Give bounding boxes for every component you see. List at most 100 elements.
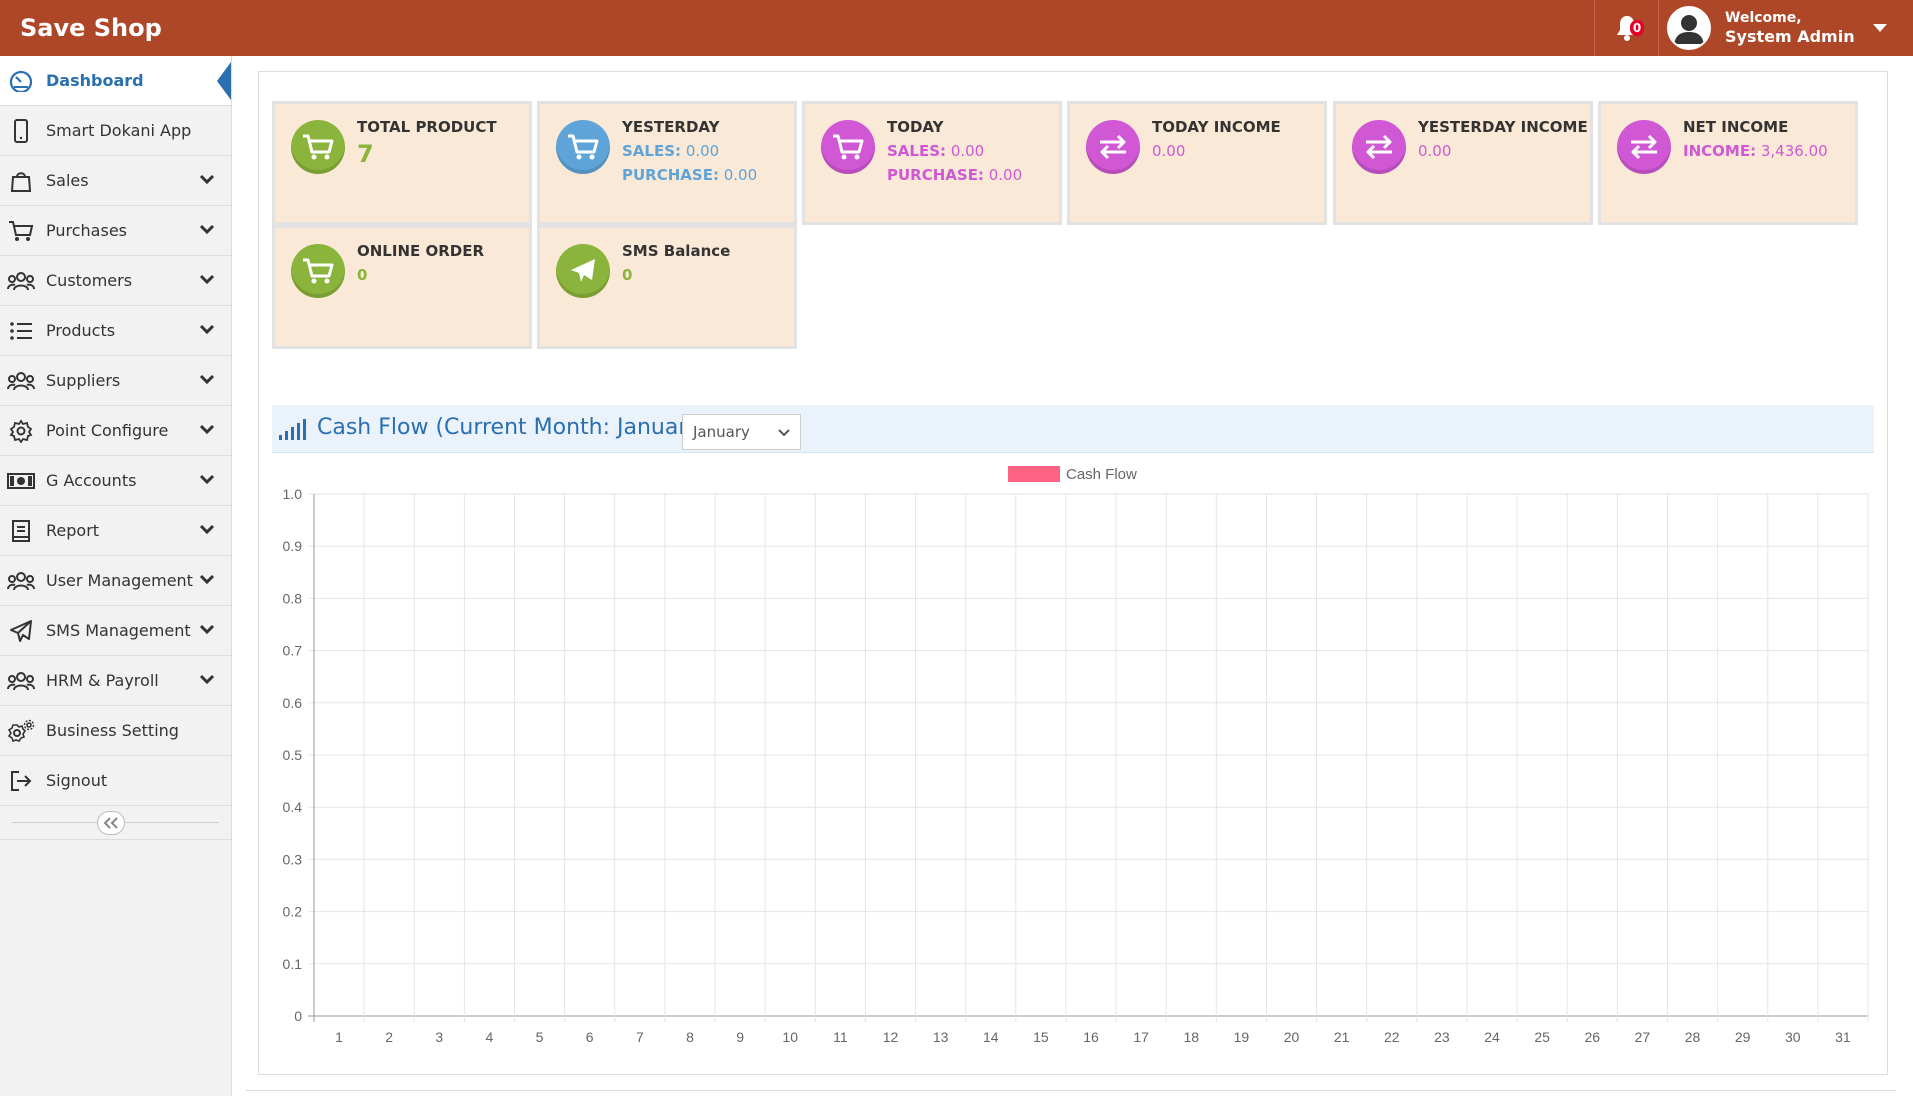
card-title: YESTERDAY [622, 118, 720, 136]
chevron-down-icon [199, 224, 215, 235]
chevron-down-icon [199, 674, 215, 685]
sidebar-item-purchases[interactable]: Purchases [0, 206, 231, 256]
card-today-income[interactable]: TODAY INCOME 0.00 [1067, 101, 1327, 225]
sidebar-item-report[interactable]: Report [0, 506, 231, 556]
sidebar-item-dashboard[interactable]: Dashboard [0, 56, 231, 106]
card-value: 0 [622, 266, 633, 284]
y-tick-label: 0.2 [283, 904, 303, 920]
purchase-value: 0.00 [988, 166, 1023, 184]
sidebar-item-user-management[interactable]: User Management [0, 556, 231, 606]
sidebar-item-label: Purchases [46, 221, 127, 240]
card-title: TOTAL PRODUCT [357, 118, 497, 136]
card-total-product[interactable]: TOTAL PRODUCT 7 [272, 101, 532, 225]
card-sms-balance[interactable]: SMS Balance 0 [537, 225, 797, 349]
cart-icon [291, 120, 345, 174]
sidebar-item-products[interactable]: Products [0, 306, 231, 356]
cashflow-chart: Cash Flow 0 0.1 0.2 0.3 0.4 0.5 0.6 0.7 0.8 0.9 1.0… [283, 466, 1869, 1045]
x-tick-label: 7 [636, 1029, 644, 1045]
sales-label: SALES: [887, 142, 947, 160]
income-line: INCOME: 3,436.00 [1683, 142, 1828, 160]
cart-icon [556, 120, 610, 174]
gear-icon [7, 417, 35, 445]
report-book-icon [7, 517, 35, 545]
sidebar-item-business-setting[interactable]: Business Setting [0, 706, 231, 756]
card-yesterday[interactable]: YESTERDAY SALES: 0.00 PURCHASE: 0.00 [537, 101, 797, 225]
chevron-down-icon [199, 174, 215, 185]
y-tick-label: 0.3 [283, 851, 303, 867]
user-menu[interactable]: Welcome, System Admin [1658, 0, 1913, 56]
y-tick-label: 0.5 [283, 747, 303, 763]
card-text: TODAY SALES: 0.00 PURCHASE: 0.00 [887, 118, 1022, 184]
x-tick-label: 12 [883, 1029, 899, 1045]
y-tick-label: 0 [294, 1008, 302, 1024]
sidebar-item-sales[interactable]: Sales [0, 156, 231, 206]
sidebar-item-label: Dashboard [46, 71, 144, 90]
month-select[interactable]: January [682, 414, 801, 450]
sales-value: 0.00 [685, 142, 720, 160]
exchange-arrows-icon [1086, 120, 1140, 174]
sidebar-item-signout[interactable]: Signout [0, 756, 231, 806]
income-value: 3,436.00 [1760, 142, 1828, 160]
sidebar-item-label: SMS Management [46, 621, 191, 640]
exchange-arrows-icon [1617, 120, 1671, 174]
cashflow-header: Cash Flow (Current Month: January) Janua… [272, 405, 1874, 453]
signout-icon [7, 767, 35, 795]
card-yesterday-income[interactable]: YESTERDAY INCOME 0.00 [1333, 101, 1593, 225]
sidebar-item-label: HRM & Payroll [46, 671, 159, 690]
x-tick-label: 11 [833, 1029, 848, 1045]
cart-icon [821, 120, 875, 174]
user-silhouette-icon [1669, 8, 1709, 48]
notification-button[interactable]: 0 [1594, 0, 1658, 56]
purchase-line: PURCHASE: 0.00 [622, 166, 757, 184]
sidebar-item-hrm-payroll[interactable]: HRM & Payroll [0, 656, 231, 706]
x-tick-label: 21 [1334, 1029, 1350, 1045]
x-tick-label: 28 [1685, 1029, 1701, 1045]
card-text: YESTERDAY INCOME 0.00 [1418, 118, 1588, 160]
sidebar-item-label: Report [46, 521, 100, 540]
chevron-down-icon [199, 524, 215, 535]
x-tick-label: 25 [1534, 1029, 1550, 1045]
income-label: INCOME: [1683, 142, 1757, 160]
sidebar-item-label: User Management [46, 571, 193, 590]
purchase-value: 0.00 [723, 166, 758, 184]
x-tick-label: 24 [1484, 1029, 1500, 1045]
x-tick-label: 31 [1835, 1029, 1851, 1045]
brand-logo-text[interactable]: Save Shop [0, 14, 162, 42]
sidebar-item-customers[interactable]: Customers [0, 256, 231, 306]
sidebar-item-sms-management[interactable]: SMS Management [0, 606, 231, 656]
sidebar-item-point-configure[interactable]: Point Configure [0, 406, 231, 456]
sidebar-item-suppliers[interactable]: Suppliers [0, 356, 231, 406]
x-tick-label: 19 [1234, 1029, 1250, 1045]
sales-value: 0.00 [950, 142, 985, 160]
x-tick-label: 9 [736, 1029, 744, 1045]
chevron-down-icon [199, 324, 215, 335]
legend-swatch [1008, 466, 1060, 482]
chevron-down-icon [199, 424, 215, 435]
sidebar-item-smart-dokani-app[interactable]: Smart Dokani App [0, 106, 231, 156]
sales-line: SALES: 0.00 [622, 142, 757, 160]
x-tick-label: 3 [435, 1029, 443, 1045]
card-title: ONLINE ORDER [357, 242, 485, 260]
card-online-order[interactable]: ONLINE ORDER 0 [272, 225, 532, 349]
sidebar-item-g-accounts[interactable]: G Accounts [0, 456, 231, 506]
chevron-down-icon [199, 624, 215, 635]
card-today[interactable]: TODAY SALES: 0.00 PURCHASE: 0.00 [802, 101, 1062, 225]
sidebar-collapse-button[interactable] [97, 811, 125, 835]
card-text: TODAY INCOME 0.00 [1152, 118, 1281, 160]
cart-icon [291, 244, 345, 298]
purchase-line: PURCHASE: 0.00 [887, 166, 1022, 184]
caret-down-icon[interactable] [1873, 24, 1887, 32]
sidebar-item-label: G Accounts [46, 471, 137, 490]
card-title: TODAY INCOME [1152, 118, 1281, 136]
card-value: 7 [357, 140, 374, 168]
x-tick-label: 26 [1585, 1029, 1601, 1045]
sidebar-item-label: Business Setting [46, 721, 179, 740]
sidebar-item-label: Suppliers [46, 371, 121, 390]
cashflow-title: Cash Flow (Current Month: January) [317, 415, 710, 440]
y-tick-label: 1.0 [283, 486, 303, 502]
card-net-income[interactable]: NET INCOME INCOME: 3,436.00 [1598, 101, 1858, 225]
chevron-down-icon [199, 474, 215, 485]
notification-count-badge: 0 [1630, 20, 1644, 36]
x-tick-label: 10 [782, 1029, 798, 1045]
shopping-bag-icon [7, 167, 35, 195]
